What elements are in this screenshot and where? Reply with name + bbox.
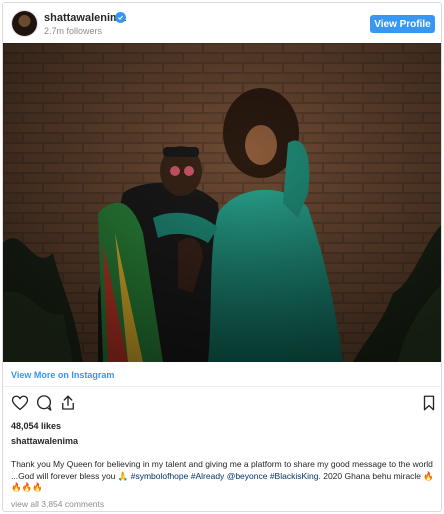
avatar[interactable] — [12, 11, 37, 36]
like-heart-icon[interactable] — [11, 394, 29, 412]
hashtag-already[interactable]: #Already — [191, 471, 225, 481]
mention-beyonce[interactable]: @beyonce — [227, 471, 268, 481]
post-header: shattawalenima 2.7m followers View Profi… — [3, 3, 441, 43]
view-more-on-instagram-link[interactable]: View More on Instagram — [11, 370, 114, 380]
instagram-embed-card: shattawalenima 2.7m followers View Profi… — [2, 2, 442, 512]
username[interactable]: shattawalenima — [44, 12, 126, 24]
view-all-comments-link[interactable]: view all 3,854 comments — [11, 499, 104, 509]
verified-badge-icon — [115, 12, 126, 23]
comment-bubble-icon[interactable] — [35, 394, 53, 412]
view-profile-button[interactable]: View Profile — [370, 15, 435, 33]
post-owner-username[interactable]: shattawalenima — [11, 436, 78, 446]
post-caption: Thank you My Queen for believing in my t… — [11, 459, 437, 494]
hashtag-blackisking[interactable]: #BlackisKing. — [270, 471, 321, 481]
bookmark-icon[interactable] — [420, 394, 438, 412]
hashtag-symbolofhope[interactable]: #symbolofhope — [131, 471, 189, 481]
share-icon[interactable] — [59, 394, 77, 412]
like-count: 48,054 likes — [11, 421, 62, 431]
follower-count: 2.7m followers — [44, 26, 103, 36]
divider — [3, 386, 441, 387]
post-image — [3, 43, 441, 362]
post-photo[interactable] — [3, 43, 441, 362]
